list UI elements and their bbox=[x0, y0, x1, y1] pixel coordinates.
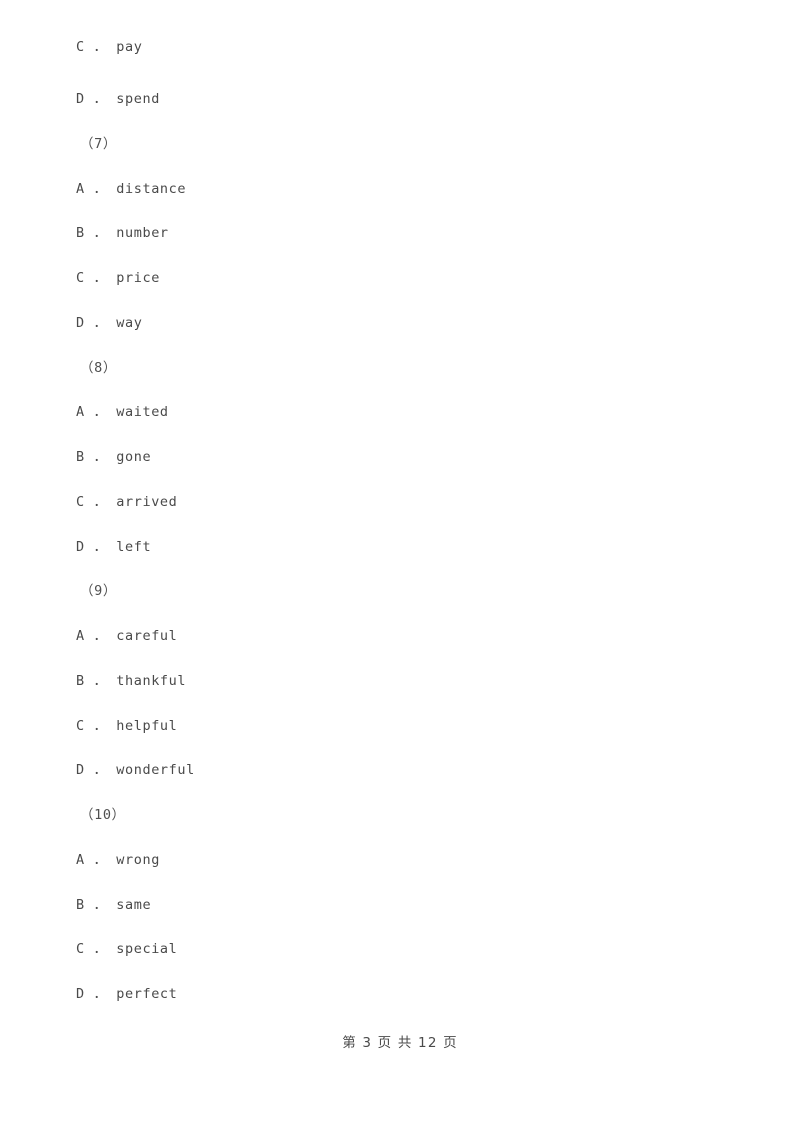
option-line: B ． gone bbox=[76, 449, 152, 465]
option-line: C ． helpful bbox=[76, 717, 178, 734]
option-line: C ． pay bbox=[76, 39, 143, 55]
question-number-line: （9） bbox=[80, 583, 117, 600]
option-line: D ． left bbox=[76, 538, 152, 555]
option-line: B ． thankful bbox=[76, 672, 187, 689]
option-line: C ． arrived bbox=[76, 493, 178, 510]
option-line: D ． spend bbox=[76, 91, 160, 107]
document-page: C ． pay D ． spend （7） A ． distance B ． n… bbox=[0, 0, 800, 1132]
option-line: A ． wrong bbox=[76, 851, 160, 868]
question-number-line: （7） bbox=[80, 135, 117, 152]
option-line: D ． way bbox=[76, 314, 143, 331]
option-line: B ． same bbox=[76, 896, 152, 913]
option-line: D ． wonderful bbox=[76, 762, 195, 779]
option-line: C ． price bbox=[76, 270, 160, 286]
question-list: C ． pay D ． spend （7） A ． distance B ． n… bbox=[76, 0, 736, 1017]
option-line: A ． careful bbox=[76, 628, 178, 644]
option-line: A ． waited bbox=[76, 404, 169, 421]
page-footer: 第 3 页 共 12 页 bbox=[342, 1035, 458, 1051]
option-line: B ． number bbox=[76, 225, 169, 242]
question-number-line: （10） bbox=[80, 807, 126, 823]
option-line: D ． perfect bbox=[76, 986, 178, 1002]
question-number-line: （8） bbox=[80, 359, 117, 376]
option-line: A ． distance bbox=[76, 180, 187, 197]
option-line: C ． special bbox=[76, 941, 178, 958]
